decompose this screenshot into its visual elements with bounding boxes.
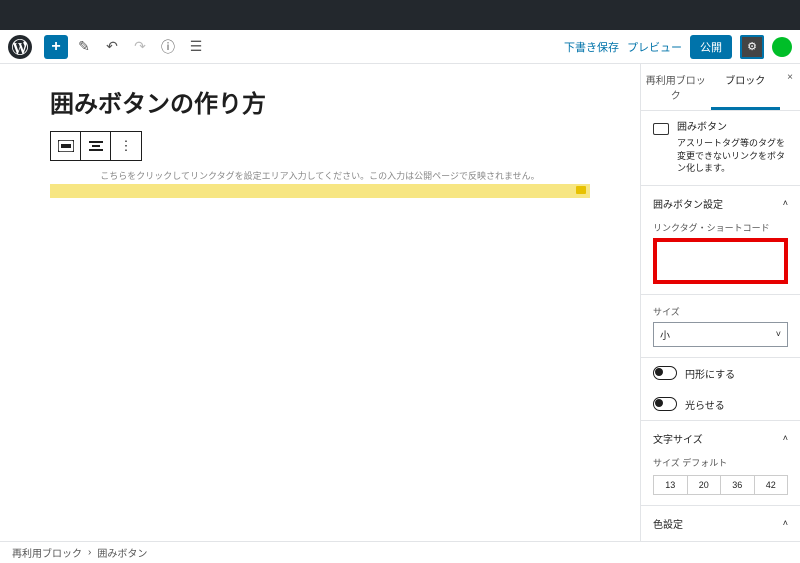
breadcrumb-separator: › xyxy=(88,547,91,558)
link-tag-input[interactable] xyxy=(653,238,788,284)
align-icon[interactable] xyxy=(81,132,111,160)
block-info-description: アスリートタグ等のタグを変更できないリンクをボタン化します。 xyxy=(677,137,788,175)
breadcrumb-item[interactable]: 囲みボタン xyxy=(97,545,147,560)
chevron-up-icon: ˄ xyxy=(783,433,788,443)
preview-link[interactable]: プレビュー xyxy=(627,39,682,55)
chevron-up-icon: ˄ xyxy=(783,198,788,208)
link-field-label: リンクタグ・ショートコード xyxy=(653,221,788,234)
block-toolbar: ⋮ xyxy=(50,131,142,161)
section-font-size[interactable]: 文字サイズ ˄ xyxy=(653,431,788,446)
editor-header: + ✎ ↶ ↷ ⓘ ☰ 下書き保存 プレビュー 公開 ⚙ xyxy=(0,30,800,64)
chevron-down-icon: ˅ xyxy=(776,329,781,339)
toggle-shine[interactable] xyxy=(653,397,677,411)
preset-42[interactable]: 42 xyxy=(755,476,788,494)
jetpack-icon[interactable] xyxy=(772,37,792,57)
sidebar-tabs: 再利用ブロック ブロック × xyxy=(641,64,800,111)
editor-canvas[interactable]: 囲みボタンの作り方 ⋮ こちらをクリックしてリンクタグを設定エリア入力してくださ… xyxy=(0,64,640,541)
toggle-shine-label: 光らせる xyxy=(685,397,725,412)
save-draft-link[interactable]: 下書き保存 xyxy=(564,39,619,55)
preset-36[interactable]: 36 xyxy=(721,476,755,494)
preset-20[interactable]: 20 xyxy=(688,476,722,494)
section-color[interactable]: 色設定 ˄ xyxy=(653,516,788,531)
tab-reusable[interactable]: 再利用ブロック xyxy=(641,64,711,110)
toggle-circle-label: 円形にする xyxy=(685,366,735,381)
size-label: サイズ xyxy=(653,305,788,318)
tab-block[interactable]: ブロック xyxy=(711,64,781,110)
more-options-icon[interactable]: ⋮ xyxy=(111,132,141,160)
chevron-up-icon: ˄ xyxy=(783,518,788,528)
block-type-icon xyxy=(653,123,669,135)
redo-icon[interactable]: ↷ xyxy=(128,35,152,59)
toggle-circle[interactable] xyxy=(653,366,677,380)
close-sidebar-icon[interactable]: × xyxy=(780,64,800,110)
block-info-title: 囲みボタン xyxy=(677,121,788,135)
admin-topbar xyxy=(0,0,800,30)
block-info: 囲みボタン アスリートタグ等のタグを変更できないリンクをボタン化します。 xyxy=(641,111,800,186)
preset-13[interactable]: 13 xyxy=(654,476,688,494)
block-placeholder-text[interactable]: こちらをクリックしてリンクタグを設定エリア入力してください。この入力は公開ページ… xyxy=(50,167,590,184)
outline-icon[interactable]: ☰ xyxy=(184,35,208,59)
size-select[interactable]: 小 ˅ xyxy=(653,322,788,347)
breadcrumb: 再利用ブロック › 囲みボタン xyxy=(0,541,800,563)
font-size-label: サイズ デフォルト xyxy=(653,456,788,469)
settings-gear-icon[interactable]: ⚙ xyxy=(740,35,764,59)
add-block-button[interactable]: + xyxy=(44,35,68,59)
block-preview-area[interactable] xyxy=(50,184,590,198)
block-type-icon[interactable] xyxy=(51,132,81,160)
wp-logo-icon[interactable] xyxy=(8,35,32,59)
undo-icon[interactable]: ↶ xyxy=(100,35,124,59)
font-size-presets: 13 20 36 42 xyxy=(653,475,788,495)
section-button-settings[interactable]: 囲みボタン設定 ˄ xyxy=(653,196,788,211)
breadcrumb-item[interactable]: 再利用ブロック xyxy=(12,545,82,560)
edit-icon[interactable]: ✎ xyxy=(72,35,96,59)
settings-sidebar: 再利用ブロック ブロック × 囲みボタン アスリートタグ等のタグを変更できないリ… xyxy=(640,64,800,541)
publish-button[interactable]: 公開 xyxy=(690,35,732,59)
info-icon[interactable]: ⓘ xyxy=(156,35,180,59)
post-title[interactable]: 囲みボタンの作り方 xyxy=(50,84,590,119)
